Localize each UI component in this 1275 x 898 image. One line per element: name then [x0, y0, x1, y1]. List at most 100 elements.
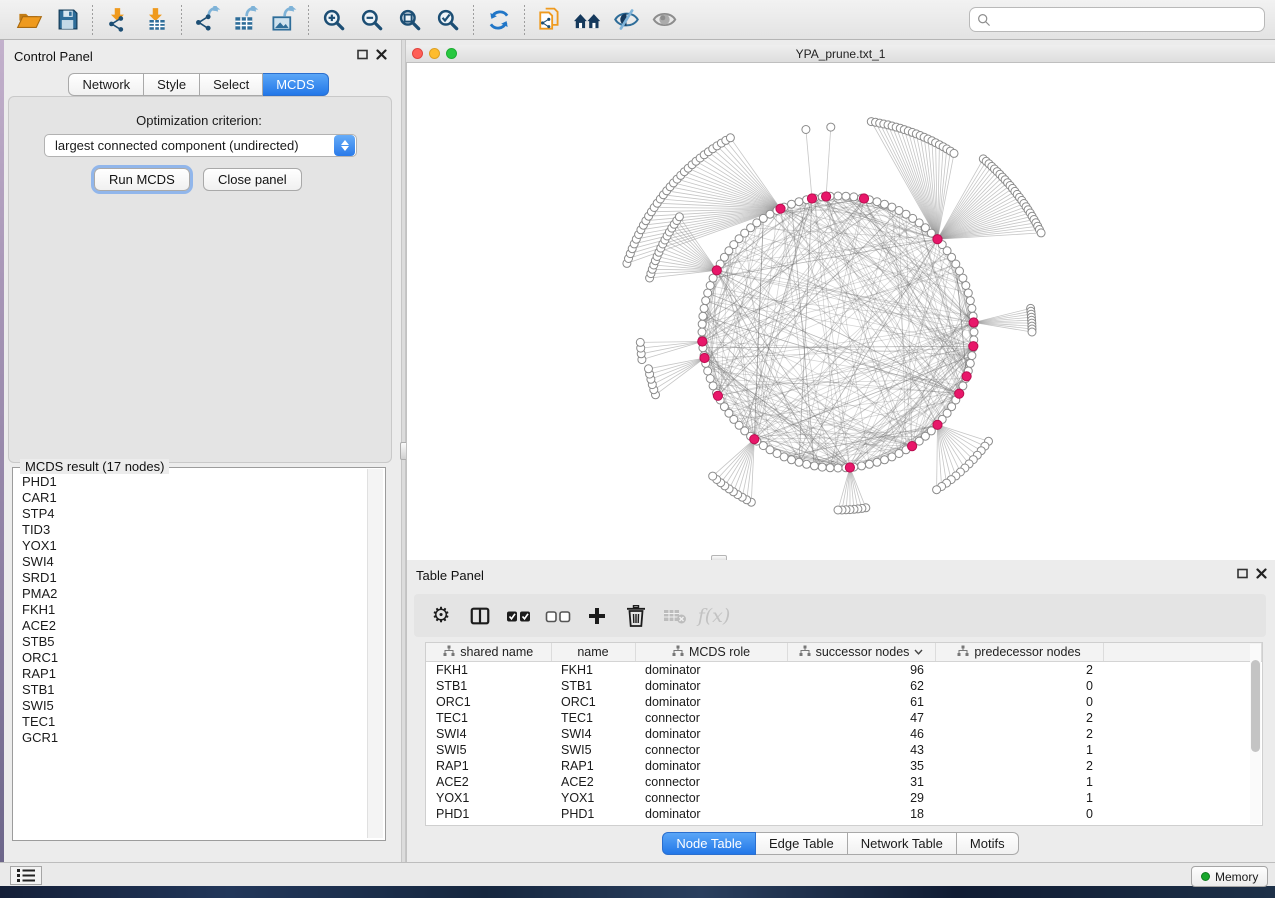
toolbar-divider: [524, 5, 525, 35]
close-panel-icon[interactable]: [376, 49, 387, 60]
tab-network[interactable]: Network: [68, 73, 144, 96]
delete-row-icon[interactable]: [621, 601, 651, 631]
tree-icon: [443, 645, 455, 660]
main-toolbar: [0, 0, 1275, 40]
mcds-result-title: MCDS result (17 nodes): [20, 459, 169, 474]
homes-icon[interactable]: [569, 4, 607, 36]
search-input[interactable]: [991, 12, 1257, 28]
run-mcds-button[interactable]: Run MCDS: [94, 168, 190, 191]
search-box[interactable]: [969, 7, 1265, 32]
table-row[interactable]: ACE2ACE2connector311: [426, 774, 1262, 790]
network-window-title: YPA_prune.txt_1: [406, 47, 1275, 61]
close-panel-button[interactable]: Close panel: [203, 168, 302, 191]
export-table-icon[interactable]: [226, 4, 264, 36]
mcds-result-item[interactable]: TEC1: [13, 714, 367, 730]
mcds-result-item[interactable]: STB1: [13, 682, 367, 698]
import-table-icon[interactable]: [137, 4, 175, 36]
criterion-dropdown-value: largest connected component (undirected): [45, 138, 334, 153]
tab-style[interactable]: Style: [144, 73, 200, 96]
mcds-result-item[interactable]: SRD1: [13, 570, 367, 586]
mcds-result-item[interactable]: ORC1: [13, 650, 367, 666]
desktop-wallpaper-bottom: [0, 886, 1275, 898]
zoom-selected-icon[interactable]: [429, 4, 467, 36]
mcds-result-item[interactable]: PMA2: [13, 586, 367, 602]
mcds-result-item[interactable]: SWI4: [13, 554, 367, 570]
sort-descending-icon: [914, 649, 923, 655]
list-icon: [17, 869, 35, 882]
tab-mcds[interactable]: MCDS: [263, 73, 328, 96]
node-table[interactable]: shared namenameMCDS rolesuccessor nodesp…: [425, 642, 1263, 826]
control-panel-title: Control Panel: [14, 49, 93, 64]
table-row[interactable]: RAP1RAP1dominator352: [426, 758, 1262, 774]
toolbar-divider: [308, 5, 309, 35]
zoom-out-icon[interactable]: [353, 4, 391, 36]
tab-motifs[interactable]: Motifs: [957, 832, 1019, 855]
memory-button[interactable]: Memory: [1191, 866, 1268, 887]
refresh-icon[interactable]: [480, 4, 518, 36]
mcds-result-item[interactable]: TID3: [13, 522, 367, 538]
column-header-name[interactable]: name: [551, 643, 635, 662]
table-row[interactable]: FKH1FKH1dominator962: [426, 662, 1262, 679]
table-scrollbar-thumb[interactable]: [1251, 660, 1260, 752]
eye-icon[interactable]: [645, 4, 683, 36]
status-bar: [0, 862, 1275, 886]
tab-network-table[interactable]: Network Table: [848, 832, 957, 855]
mcds-result-item[interactable]: PHD1: [13, 474, 367, 490]
optimization-criterion-label: Optimization criterion:: [8, 113, 390, 128]
criterion-dropdown[interactable]: largest connected component (undirected): [44, 134, 357, 157]
network-graph-canvas[interactable]: [406, 63, 1275, 560]
table-panel-title: Table Panel: [416, 568, 484, 583]
tab-node-table[interactable]: Node Table: [662, 832, 756, 855]
mcds-result-item[interactable]: FKH1: [13, 602, 367, 618]
save-icon[interactable]: [48, 4, 86, 36]
table-toolbar: ⚙f(x): [414, 594, 1266, 637]
tree-icon: [672, 645, 684, 660]
table-row[interactable]: SWI4SWI4dominator462: [426, 726, 1262, 742]
select-all-icon[interactable]: [504, 601, 534, 631]
mcds-result-item[interactable]: STP4: [13, 506, 367, 522]
mcds-result-item[interactable]: CAR1: [13, 490, 367, 506]
tab-edge-table[interactable]: Edge Table: [756, 832, 848, 855]
table-row[interactable]: TEC1TEC1connector472: [426, 710, 1262, 726]
float-table-panel-icon[interactable]: [1237, 568, 1248, 579]
task-history-button[interactable]: [10, 866, 42, 885]
table-row[interactable]: SWI5SWI5connector431: [426, 742, 1262, 758]
mcds-result-item[interactable]: SWI5: [13, 698, 367, 714]
mcds-result-list[interactable]: PHD1CAR1STP4TID3YOX1SWI4SRD1PMA2FKH1ACE2…: [13, 474, 367, 838]
column-header-predecessor-nodes[interactable]: predecessor nodes: [935, 643, 1103, 662]
mcds-result-item[interactable]: RAP1: [13, 666, 367, 682]
table-row[interactable]: ORC1ORC1dominator610: [426, 694, 1262, 710]
table-row[interactable]: STB1STB1dominator620: [426, 678, 1262, 694]
table-settings-icon[interactable]: ⚙: [426, 601, 456, 631]
tree-icon: [799, 645, 811, 660]
table-row[interactable]: PHD1PHD1dominator180: [426, 806, 1262, 822]
zoom-fit-icon[interactable]: [391, 4, 429, 36]
float-panel-icon[interactable]: [357, 49, 368, 60]
network-window-titlebar[interactable]: YPA_prune.txt_1: [406, 45, 1275, 63]
toolbar-divider: [181, 5, 182, 35]
share-document-icon[interactable]: [531, 4, 569, 36]
deselect-all-icon[interactable]: [543, 601, 573, 631]
close-table-panel-icon[interactable]: [1256, 568, 1267, 579]
memory-status-icon: [1201, 872, 1210, 881]
open-folder-icon[interactable]: [10, 4, 48, 36]
mcds-result-item[interactable]: YOX1: [13, 538, 367, 554]
mcds-result-item[interactable]: STB5: [13, 634, 367, 650]
control-panel-tabs: NetworkStyleSelectMCDS: [68, 73, 328, 96]
toolbar-divider: [473, 5, 474, 35]
table-row[interactable]: YOX1YOX1connector291: [426, 790, 1262, 806]
column-header-successor-nodes[interactable]: successor nodes: [787, 643, 935, 662]
tab-select[interactable]: Select: [200, 73, 263, 96]
column-header-shared-name[interactable]: shared name: [426, 643, 551, 662]
add-row-icon[interactable]: [582, 601, 612, 631]
mcds-result-item[interactable]: GCR1: [13, 730, 367, 746]
import-network-icon[interactable]: [99, 4, 137, 36]
zoom-in-icon[interactable]: [315, 4, 353, 36]
hide-graphics-icon[interactable]: [607, 4, 645, 36]
columns-icon[interactable]: [465, 601, 495, 631]
export-network-icon[interactable]: [188, 4, 226, 36]
export-image-icon[interactable]: [264, 4, 302, 36]
column-header-MCDS-role[interactable]: MCDS role: [635, 643, 787, 662]
mcds-result-item[interactable]: ACE2: [13, 618, 367, 634]
mcds-list-scrollbar[interactable]: [367, 469, 383, 838]
